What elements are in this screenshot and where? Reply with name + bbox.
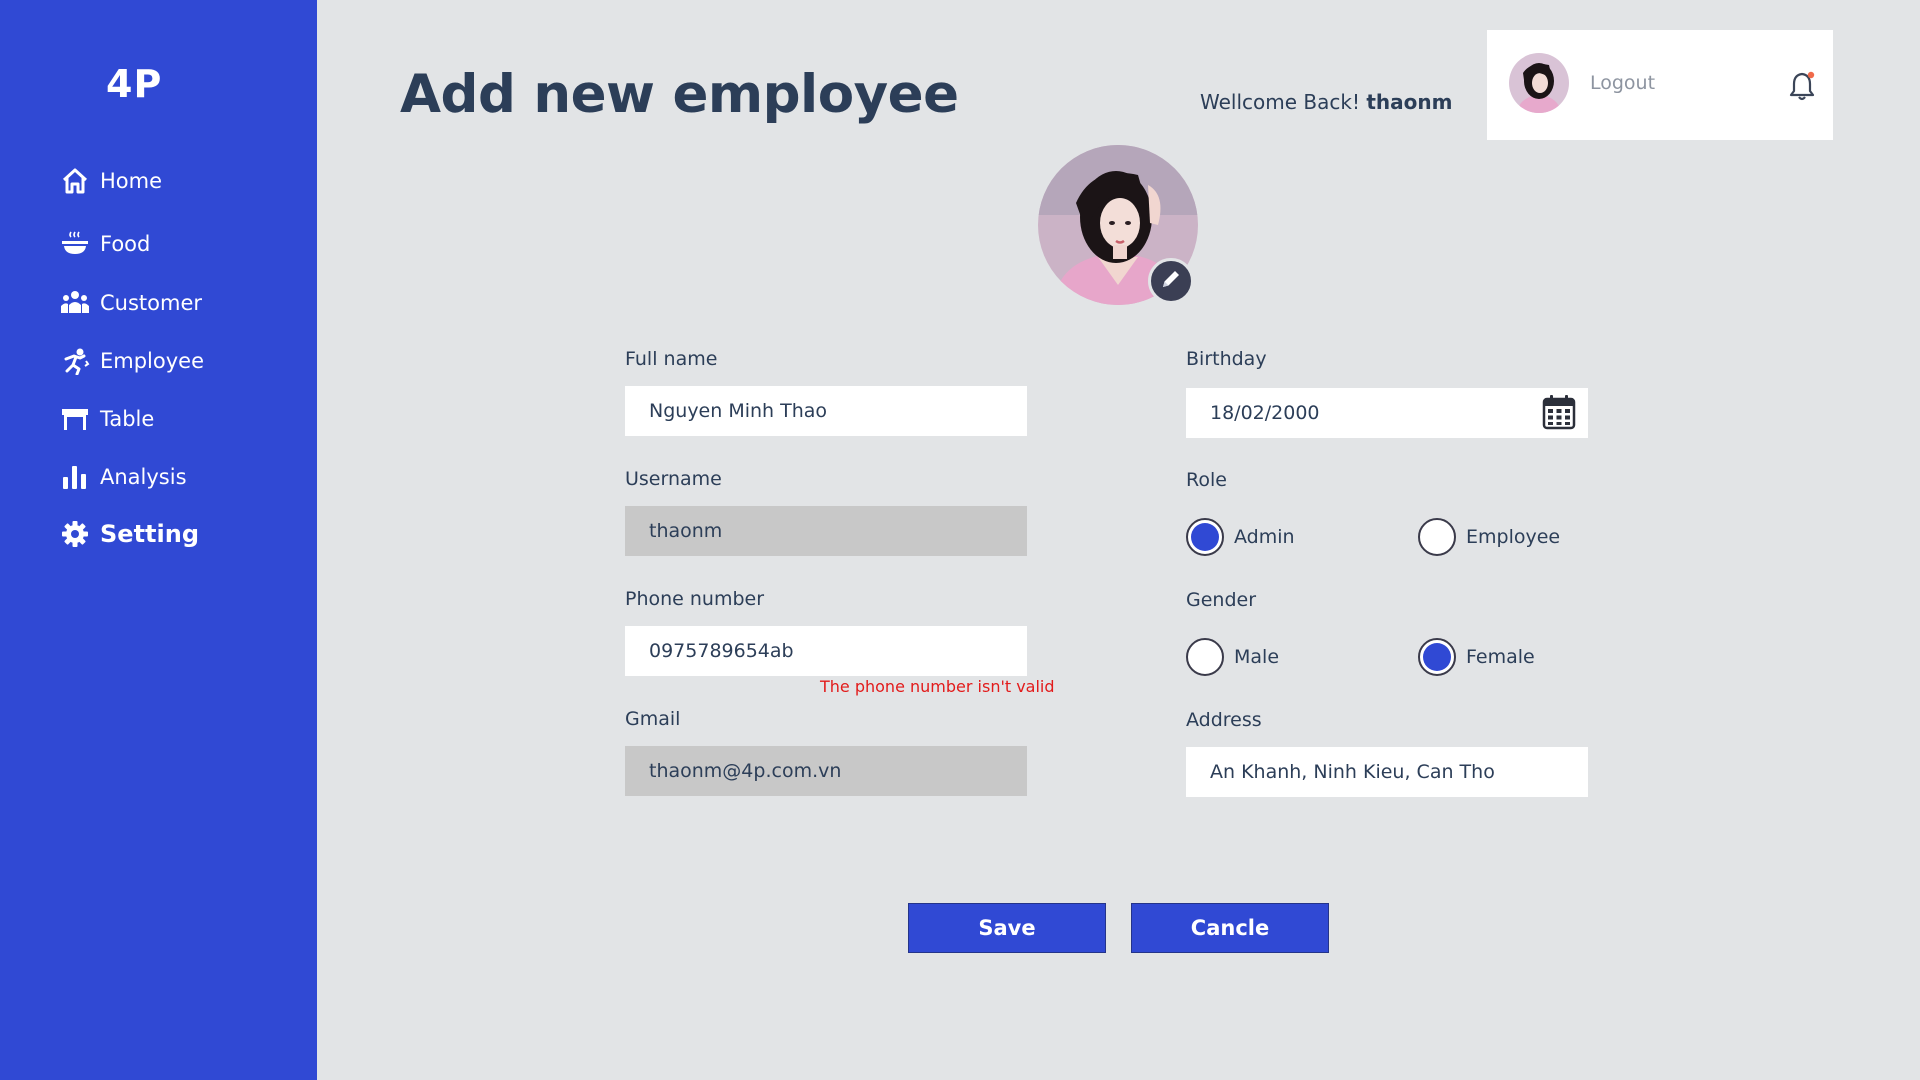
food-bowl-icon xyxy=(60,229,90,259)
page-title: Add new employee xyxy=(400,64,959,125)
radio-circle xyxy=(1186,518,1224,556)
sidebar-item-customer[interactable]: Customer xyxy=(60,288,202,318)
address-input[interactable]: An Khanh, Ninh Kieu, Can Tho xyxy=(1186,747,1588,797)
home-icon xyxy=(60,166,90,196)
sidebar-item-employee[interactable]: Employee xyxy=(60,346,204,376)
address-label: Address xyxy=(1186,709,1262,731)
radio-label: Female xyxy=(1466,646,1535,668)
radio-circle xyxy=(1418,638,1456,676)
logout-link[interactable]: Logout xyxy=(1590,72,1655,94)
phone-input[interactable]: 0975789654ab xyxy=(625,626,1027,676)
save-button[interactable]: Save xyxy=(908,903,1106,953)
notification-bell-icon[interactable] xyxy=(1787,70,1817,102)
calendar-icon[interactable] xyxy=(1542,394,1576,430)
gender-female-radio[interactable]: Female xyxy=(1418,638,1535,676)
bar-chart-icon xyxy=(60,462,90,492)
radio-circle xyxy=(1186,638,1224,676)
user-card: Logout xyxy=(1487,30,1833,140)
sidebar-item-label: Food xyxy=(100,232,151,256)
username-input: thaonm xyxy=(625,506,1027,556)
sidebar-item-setting[interactable]: Setting xyxy=(60,519,199,549)
sidebar-item-analysis[interactable]: Analysis xyxy=(60,462,187,492)
sidebar-item-label: Home xyxy=(100,169,163,193)
welcome-username: thaonm xyxy=(1366,90,1453,114)
phone-label: Phone number xyxy=(625,588,765,610)
birthday-label: Birthday xyxy=(1186,348,1267,370)
welcome-prefix: Wellcome Back! xyxy=(1200,90,1360,114)
radio-label: Admin xyxy=(1234,526,1295,548)
sidebar-item-home[interactable]: Home xyxy=(60,166,162,196)
gear-icon xyxy=(60,519,90,549)
welcome-message: Wellcome Back! thaonm xyxy=(1200,90,1452,114)
customers-icon xyxy=(60,288,90,318)
birthday-input[interactable]: 18/02/2000 xyxy=(1186,388,1588,438)
full-name-input[interactable]: Nguyen Minh Thao xyxy=(625,386,1027,436)
sidebar-item-food[interactable]: Food xyxy=(60,229,150,259)
gender-male-radio[interactable]: Male xyxy=(1186,638,1279,676)
sidebar-item-label: Employee xyxy=(100,349,205,373)
radio-selected-dot xyxy=(1191,523,1219,551)
radio-label: Male xyxy=(1234,646,1280,668)
sidebar-item-table[interactable]: Table xyxy=(60,404,154,434)
sidebar: 4P Home Food Customer Employee Table Ana… xyxy=(0,0,317,1080)
pencil-icon xyxy=(1160,268,1182,294)
sidebar-item-label: Setting xyxy=(100,520,199,548)
sidebar-item-label: Table xyxy=(100,407,155,431)
full-name-label: Full name xyxy=(625,348,718,370)
role-label: Role xyxy=(1186,469,1227,491)
radio-circle xyxy=(1418,518,1456,556)
username-label: Username xyxy=(625,468,722,490)
gender-label: Gender xyxy=(1186,589,1257,611)
role-employee-radio[interactable]: Employee xyxy=(1418,518,1560,556)
role-admin-radio[interactable]: Admin xyxy=(1186,518,1295,556)
gmail-label: Gmail xyxy=(625,708,681,730)
table-icon xyxy=(60,404,90,434)
app-logo: 4P xyxy=(106,62,163,106)
sidebar-item-label: Analysis xyxy=(100,465,187,489)
phone-error-message: The phone number isn't valid xyxy=(820,677,1055,696)
gmail-input: thaonm@4p.com.vn xyxy=(625,746,1027,796)
sidebar-item-label: Customer xyxy=(100,291,203,315)
radio-selected-dot xyxy=(1423,643,1451,671)
radio-label: Employee xyxy=(1466,526,1561,548)
employee-icon xyxy=(60,346,90,376)
edit-photo-button[interactable] xyxy=(1148,258,1194,304)
cancel-button[interactable]: Cancle xyxy=(1131,903,1329,953)
avatar[interactable] xyxy=(1509,53,1569,113)
